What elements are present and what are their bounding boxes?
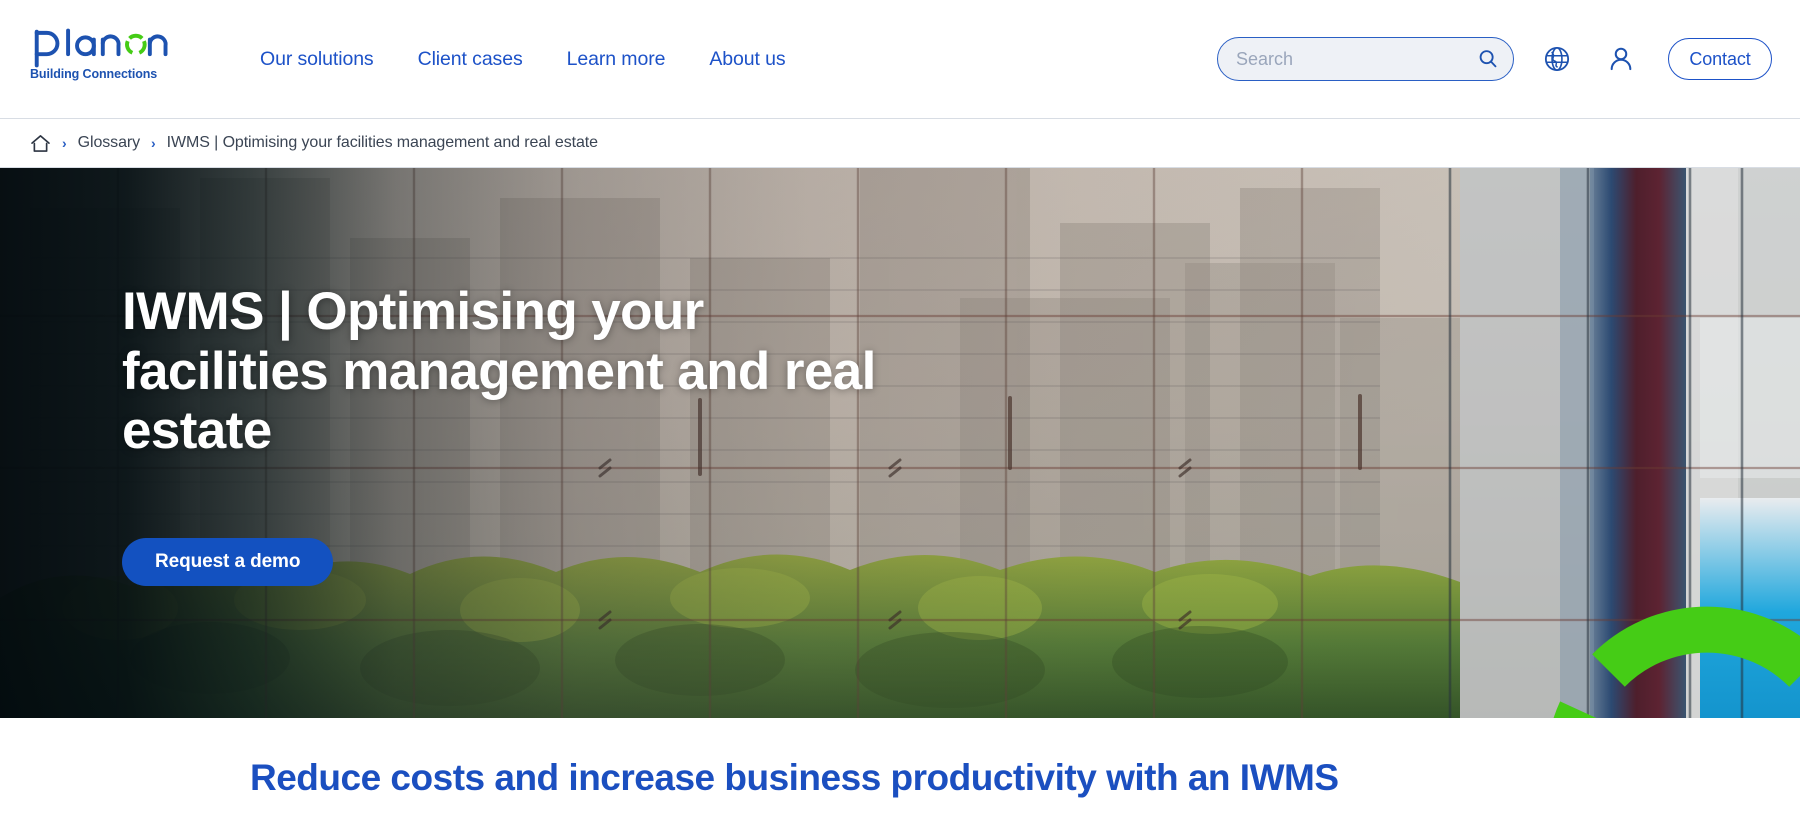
breadcrumb-item-current: IWMS | Optimising your facilities manage… — [166, 134, 598, 151]
request-demo-button[interactable]: Request a demo — [122, 538, 334, 587]
breadcrumb-separator: › — [62, 135, 67, 151]
search-icon[interactable] — [1477, 48, 1499, 70]
globe-icon[interactable] — [1540, 42, 1574, 76]
search-input[interactable] — [1218, 38, 1513, 80]
planon-logo-icon — [30, 27, 170, 69]
nav-about-us[interactable]: About us — [687, 48, 807, 71]
section-heading: Reduce costs and increase business produ… — [250, 756, 1339, 798]
nav-our-solutions[interactable]: Our solutions — [238, 48, 396, 71]
hero-content: IWMS | Optimising your facilities manage… — [122, 168, 982, 718]
primary-navigation: Our solutions Client cases Learn more Ab… — [238, 0, 808, 118]
nav-learn-more[interactable]: Learn more — [545, 48, 688, 71]
nav-client-cases[interactable]: Client cases — [396, 48, 545, 71]
home-icon[interactable] — [30, 134, 51, 153]
intro-section: Reduce costs and increase business produ… — [0, 718, 1800, 837]
hero-title: IWMS | Optimising your facilities manage… — [122, 281, 876, 461]
header-actions: Contact — [1217, 0, 1772, 118]
breadcrumb: › Glossary › IWMS | Optimising your faci… — [0, 118, 1800, 168]
breadcrumb-item-glossary[interactable]: Glossary — [78, 134, 140, 152]
search-box[interactable] — [1217, 37, 1514, 81]
site-header: Building Connections Our solutions Clien… — [0, 0, 1800, 118]
hero-banner: IWMS | Optimising your facilities manage… — [0, 168, 1800, 718]
user-account-icon[interactable] — [1604, 42, 1638, 76]
planon-logo-link[interactable]: Building Connections — [30, 27, 172, 89]
breadcrumb-separator: › — [151, 135, 156, 151]
logo-tagline: Building Connections — [30, 67, 158, 81]
contact-button[interactable]: Contact — [1668, 38, 1772, 80]
